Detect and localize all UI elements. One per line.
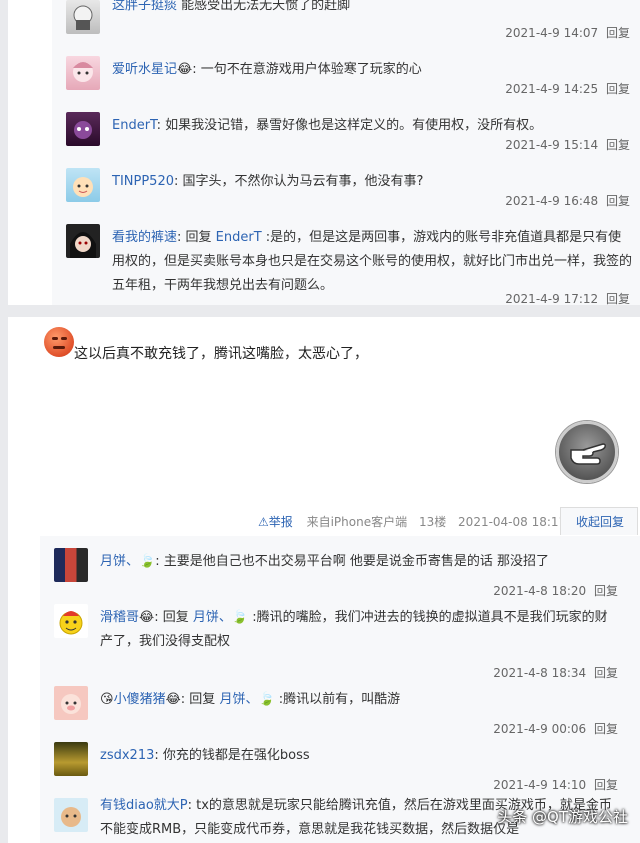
list-item: 😘小傻猪猪😂: 回复 月饼、🍃 :腾讯以前有，叫酷游 2021-4-9 00:0… [54,686,624,742]
list-item: 滑稽哥😂: 回复 月饼、🍃 :腾讯的嘴脸，我们冲进去的钱换的虚拟道具不是我们玩家… [54,604,624,686]
avatar[interactable] [54,798,88,832]
avatar[interactable] [66,56,100,90]
reply-meta: 2021-4-8 18:20 回复 [493,582,618,599]
emoji-icon: 😂 [165,692,181,707]
reply-meta: 2021-4-9 15:14 回复 [505,136,630,153]
reply-text: 能感受出无法无天惯了的赶脚 [181,0,351,13]
post-source: 来自iPhone客户端 [306,515,408,529]
list-item: 月饼、🍃: 主要是他自己也不出交易平台啊 他要是说金币寄售是的话 那没招了 20… [54,548,624,604]
floor-number: 13楼 [418,515,447,529]
avatar[interactable] [66,224,100,258]
leaf-icon: 🍃 [258,692,275,707]
leaf-icon: 🍃 [139,554,156,569]
emoji-icon: 😂 [177,62,193,77]
reply-button[interactable]: 回复 [594,722,618,736]
username-link[interactable]: 这胖子挺痰 [112,0,177,13]
list-item: EnderT: 如果我没记错，暴雪好像也是这样定义的。有使用权，没所有权。 20… [66,112,636,168]
reply-text: : 主要是他自己也不出交易平台啊 他要是说金币寄售是的话 那没招了 [155,554,549,569]
reply-meta: 2021-4-9 14:07 回复 [505,24,630,41]
reply-button[interactable]: 回复 [606,194,630,208]
reply-to-link[interactable]: EnderT [216,230,262,245]
list-item: 爱听水星记😂: 一句不在意游戏用户体验寒了玩家的心 2021-4-9 14:25… [66,56,636,112]
timestamp: 2021-4-9 14:10 [493,778,587,792]
reply-text: : 如果我没记错，暴雪好像也是这样定义的。有使用权，没所有权。 [156,118,543,133]
reply-button[interactable]: 回复 [606,138,630,152]
list-item: zsdx213: 你充的钱都是在强化boss 2021-4-9 14:10 回复 [54,742,624,798]
emoji-icon: 😂 [139,610,155,625]
reply-text: :腾讯以前有，叫酷游 [274,692,401,707]
list-item: 这胖子挺痰 能感受出无法无天惯了的赶脚 2021-4-9 14:07 回复 [66,0,636,56]
avatar[interactable] [54,686,88,720]
username-link[interactable]: TINPP520 [112,174,174,189]
reply-meta: 2021-4-8 18:34 回复 [493,664,618,681]
leaf-icon: 🍃 [231,610,249,625]
reply-text: : 你充的钱都是在强化boss [154,748,310,763]
avatar[interactable] [54,604,88,638]
username-link[interactable]: 月饼、 [100,554,139,569]
avatar[interactable] [66,168,100,202]
post-panel: 这以后真不敢充钱了，腾讯这嘴脸，太恶心了， ⚠举报 来自iPhone客户端 13… [8,317,640,843]
emoji-icon: 😘 [100,692,114,707]
reply-button[interactable]: 回复 [594,584,618,598]
username-link[interactable]: EnderT [112,118,157,133]
avatar[interactable] [66,112,100,146]
timestamp: 2021-4-9 14:07 [505,26,599,40]
username-link[interactable]: 爱听水星记 [112,62,177,77]
username-link[interactable]: 看我的裤速 [112,230,177,245]
reply-meta: 2021-4-9 16:48 回复 [505,192,630,209]
username-link[interactable]: zsdx213 [100,748,154,763]
timestamp: 2021-4-9 16:48 [505,194,599,208]
post-datetime: 2021-04-08 18:11 [458,515,567,529]
report-link[interactable]: ⚠举报 [258,515,293,529]
username-link[interactable]: 滑稽哥 [100,610,139,625]
avatar[interactable] [66,0,100,34]
reply-button[interactable]: 回复 [606,26,630,40]
reply-button[interactable]: 回复 [594,778,618,792]
reply-meta: 2021-4-9 14:10 回复 [493,776,618,793]
collapse-replies-button[interactable]: 收起回复 [576,513,624,530]
reply-to-link[interactable]: 月饼、 [193,610,232,625]
post-content: 这以后真不敢充钱了，腾讯这嘴脸，太恶心了， [74,346,368,362]
username-link[interactable]: 有钱diao就大P [100,798,188,813]
timestamp: 2021-4-8 18:34 [493,666,587,680]
reply-word: : 回复 [180,692,220,707]
angry-face-icon [44,327,74,357]
post-meta: ⚠举报 来自iPhone客户端 13楼 2021-04-08 18:11 收起回… [258,507,638,535]
reply-word: : 回复 [177,230,216,245]
reply-button[interactable]: 回复 [606,82,630,96]
reply-to-link[interactable]: 月饼、 [219,692,258,707]
timestamp: 2021-4-9 14:25 [505,82,599,96]
reply-button[interactable]: 回复 [606,292,630,306]
reply-meta: 2021-4-9 00:06 回复 [493,720,618,737]
reply-meta: 2021-4-9 14:25 回复 [505,80,630,97]
list-item: TINPP520: 国字头，不然你认为马云有事，他没有事? 2021-4-9 1… [66,168,636,224]
divider [0,305,640,317]
timestamp: 2021-4-8 18:20 [493,584,587,598]
timestamp: 2021-4-9 00:06 [493,722,587,736]
watermark: 头条 @QT游戏公社 [497,808,628,826]
avatar[interactable] [54,548,88,582]
reply-button[interactable]: 回复 [594,666,618,680]
timestamp: 2021-4-9 17:12 [505,292,599,306]
reply-list-top: 这胖子挺痰 能感受出无法无天惯了的赶脚 2021-4-9 14:07 回复 爱听… [52,0,640,306]
reply-text: : 一句不在意游戏用户体验寒了玩家的心 [192,62,422,77]
list-item: 看我的裤速: 回复 EnderT :是的，但是这是两回事，游戏内的账号非充值道具… [66,224,636,306]
avatar[interactable] [54,742,88,776]
reply-text: : 国字头，不然你认为马云有事，他没有事? [174,174,424,189]
username-link[interactable]: 小傻猪猪 [114,692,166,707]
reply-list-main: 月饼、🍃: 主要是他自己也不出交易平台啊 他要是说金币寄售是的话 那没招了 20… [40,536,640,843]
top-panel: 这胖子挺痰 能感受出无法无天惯了的赶脚 2021-4-9 14:07 回复 爱听… [8,0,640,306]
timestamp: 2021-4-9 15:14 [505,138,599,152]
pointing-hand-icon[interactable] [556,421,618,483]
reply-word: : 回复 [154,610,193,625]
